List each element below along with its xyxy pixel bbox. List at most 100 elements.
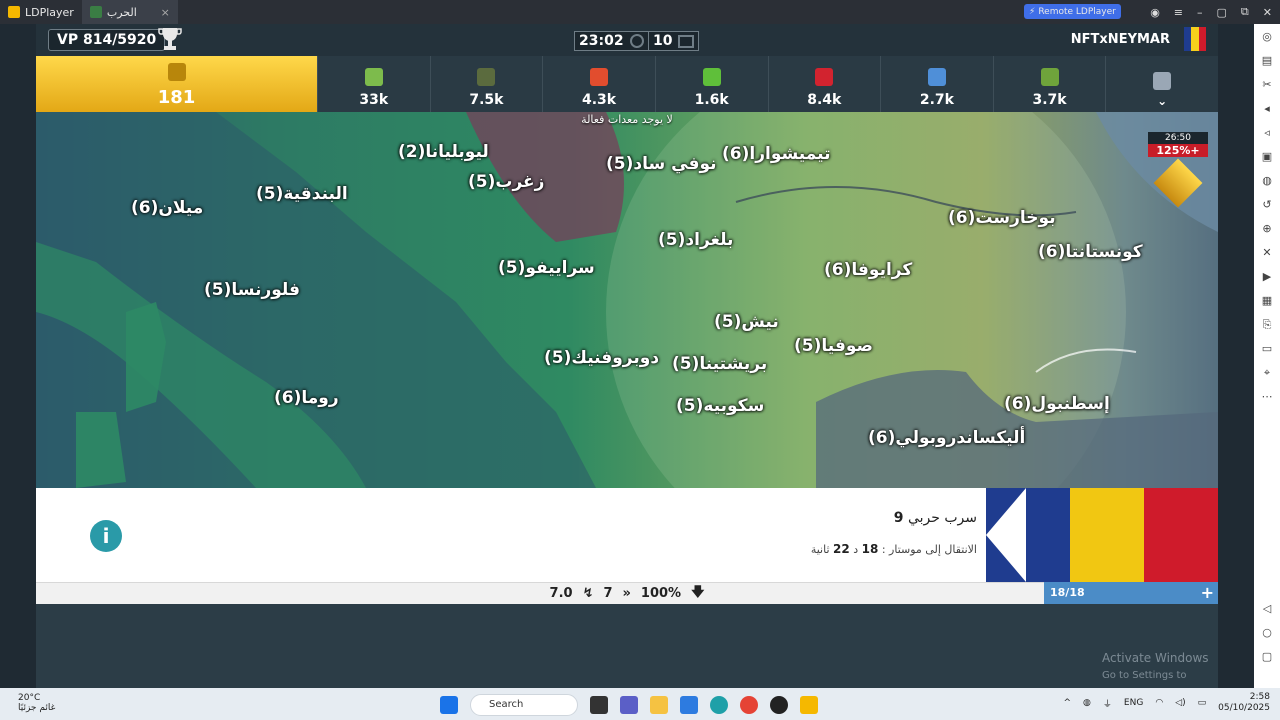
minutes-unit: د xyxy=(853,543,859,556)
expand-plus-icon[interactable]: + xyxy=(1201,582,1214,604)
location-icon[interactable]: ⌖ xyxy=(1260,366,1274,382)
wifi-icon[interactable]: ◠ xyxy=(1155,698,1163,708)
task-view-icon[interactable] xyxy=(590,696,608,714)
world-map[interactable]: لا يوجد معدات فعالة ميلان(6) البندقية(5) ل… xyxy=(36,112,1218,488)
more-tools-icon[interactable]: ⋯ xyxy=(1260,390,1274,406)
taskbar-search[interactable]: Search xyxy=(470,694,578,716)
speed-icon: » xyxy=(622,586,631,601)
windows-taskbar: 20°C غائم جزئيًا Search ^ ◍ ⏚ ENG ◠ ◁) ▭… xyxy=(0,688,1280,720)
back-icon[interactable]: ◁ xyxy=(1260,602,1274,618)
tab-game[interactable]: الحرب × xyxy=(81,0,178,24)
city-label[interactable]: إسطنبول(6) xyxy=(1004,394,1110,414)
tray-app-icon[interactable]: ◍ xyxy=(1083,698,1091,708)
battery-icon[interactable]: ▭ xyxy=(1198,698,1207,708)
copy-icon[interactable]: ⎘ xyxy=(1260,318,1274,334)
city-label[interactable]: نيش(5) xyxy=(714,312,779,332)
city-label[interactable]: دوبروفنيك(5) xyxy=(544,348,659,368)
folder-icon[interactable]: ▭ xyxy=(1260,342,1274,358)
resource-4[interactable]: 1.6k xyxy=(654,56,768,112)
chrome-icon[interactable] xyxy=(740,696,758,714)
city-label[interactable]: روما(6) xyxy=(274,388,339,408)
resource-6[interactable]: 2.7k xyxy=(880,56,993,112)
game-clock[interactable]: 23:02 xyxy=(574,31,649,51)
resource-value: 7.5k xyxy=(469,92,504,108)
city-label[interactable]: فلورنسا(5) xyxy=(204,280,300,300)
teams-icon[interactable] xyxy=(620,696,638,714)
resource-2[interactable]: 7.5k xyxy=(429,56,543,112)
city-label[interactable]: نوفي ساد(5) xyxy=(606,154,717,174)
volume-down-icon[interactable]: ◃ xyxy=(1260,126,1274,142)
city-label[interactable]: كرايوفا(6) xyxy=(824,260,912,280)
ldplayer-taskbar-icon[interactable] xyxy=(800,696,818,714)
health-value: 18/18 xyxy=(1050,586,1085,599)
gamepad-tool-icon[interactable]: ◎ xyxy=(1260,30,1274,46)
city-label[interactable]: زغرب(5) xyxy=(468,172,544,192)
unit-health-bar[interactable]: 18/18 + xyxy=(1044,582,1218,604)
file-explorer-icon[interactable] xyxy=(650,696,668,714)
edge-icon[interactable] xyxy=(710,696,728,714)
activate-windows-watermark: Activate Windows Go to Settings to activ… xyxy=(1102,650,1218,688)
resource-0[interactable]: 181 xyxy=(36,56,317,112)
close-tab-icon[interactable]: × xyxy=(161,6,170,19)
city-label[interactable]: صوفيا(5) xyxy=(794,336,873,356)
speaker-icon[interactable]: ◁) xyxy=(1175,698,1185,708)
menu-icon[interactable]: ≡ xyxy=(1174,6,1183,19)
game-taskbar-icon[interactable] xyxy=(770,696,788,714)
resource-1[interactable]: 33k xyxy=(317,56,430,112)
start-icon[interactable] xyxy=(440,696,458,714)
city-label[interactable]: سكوبيه(5) xyxy=(676,396,764,416)
restore-icon[interactable]: ▢ xyxy=(1217,6,1227,19)
city-label[interactable]: تيميشوارا(6) xyxy=(722,144,830,164)
keyboard-tool-icon[interactable]: ▤ xyxy=(1260,54,1274,70)
unit-title[interactable]: سرب حربي 9 xyxy=(894,510,977,526)
resource-bar: 181 33k 7.5k 4.3k 1.6k 8.4k 2.7k 3.7k ⌄ xyxy=(36,56,1218,112)
remote-ldplayer-button[interactable]: ⚡ Remote LDPlayer xyxy=(1024,4,1121,19)
romania-flag-icon[interactable] xyxy=(1184,27,1206,51)
city-label[interactable]: سراييفو(5) xyxy=(498,258,595,278)
city-label[interactable]: ميلان(6) xyxy=(131,198,203,218)
weather-widget[interactable]: 20°C غائم جزئيًا xyxy=(18,693,55,713)
move-minutes: 18 xyxy=(861,542,879,556)
close-window-icon[interactable]: ✕ xyxy=(1263,6,1272,19)
bonus-timer-badge[interactable]: 26:50 125%+ xyxy=(1148,132,1208,212)
gamepad-icon[interactable]: ◉ xyxy=(1150,6,1160,19)
city-label[interactable]: بريشتينا(5) xyxy=(672,354,767,374)
resource-5[interactable]: 8.4k xyxy=(767,56,881,112)
clock-date[interactable]: 2:58 05/10/2025 xyxy=(1218,692,1270,714)
unit-move-order: الانتقال إلى موستار : 18 د 22 ثانية xyxy=(811,542,977,556)
info-icon[interactable]: i xyxy=(90,520,122,552)
city-label[interactable]: البندقية(5) xyxy=(256,184,348,204)
city-label[interactable]: بلغراد(5) xyxy=(658,230,733,250)
minimize-icon[interactable]: – xyxy=(1197,6,1203,19)
city-label[interactable]: بوخارست(6) xyxy=(948,208,1056,228)
resource-8[interactable]: ⌄ xyxy=(1105,56,1218,112)
trophy-icon[interactable] xyxy=(158,26,182,52)
romania-flag-banner xyxy=(986,488,1218,582)
tray-chevron-icon[interactable]: ^ xyxy=(1063,698,1071,708)
shake-icon[interactable]: ✕ xyxy=(1260,246,1274,262)
chevron-down-icon[interactable]: ⌄ xyxy=(1157,94,1167,108)
store-icon[interactable] xyxy=(680,696,698,714)
language-indicator[interactable]: ENG xyxy=(1124,698,1143,708)
tab-ldplayer[interactable]: LDPlayer xyxy=(0,0,82,24)
volume-up-icon[interactable]: ◂ xyxy=(1260,102,1274,118)
record-icon[interactable]: ◍ xyxy=(1260,174,1274,190)
game-day[interactable]: 10 xyxy=(648,31,700,51)
sync-icon[interactable]: ↺ xyxy=(1260,198,1274,214)
city-label[interactable]: ليوبليانا(2) xyxy=(398,142,489,162)
victory-points[interactable]: VP 814/5920 xyxy=(48,29,166,51)
resource-7[interactable]: 3.7k xyxy=(992,56,1106,112)
video-icon[interactable]: ▶ xyxy=(1260,270,1274,286)
recents-icon[interactable]: ▢ xyxy=(1260,650,1274,666)
home-icon[interactable]: ○ xyxy=(1260,626,1274,642)
resource-3[interactable]: 4.3k xyxy=(542,56,655,112)
maximize-icon[interactable]: ⧉ xyxy=(1241,5,1249,19)
multi-instance-icon[interactable]: ▦ xyxy=(1260,294,1274,310)
microphone-icon[interactable]: ⏚ xyxy=(1103,697,1112,710)
screenshot-icon[interactable]: ▣ xyxy=(1260,150,1274,166)
player-name[interactable]: NFTxNEYMAR xyxy=(1071,32,1170,47)
city-label[interactable]: أليكساندروبولي(6) xyxy=(868,428,1025,448)
city-label[interactable]: كونستانتا(6) xyxy=(1038,242,1143,262)
apk-icon[interactable]: ⊕ xyxy=(1260,222,1274,238)
scissors-tool-icon[interactable]: ✂ xyxy=(1260,78,1274,94)
